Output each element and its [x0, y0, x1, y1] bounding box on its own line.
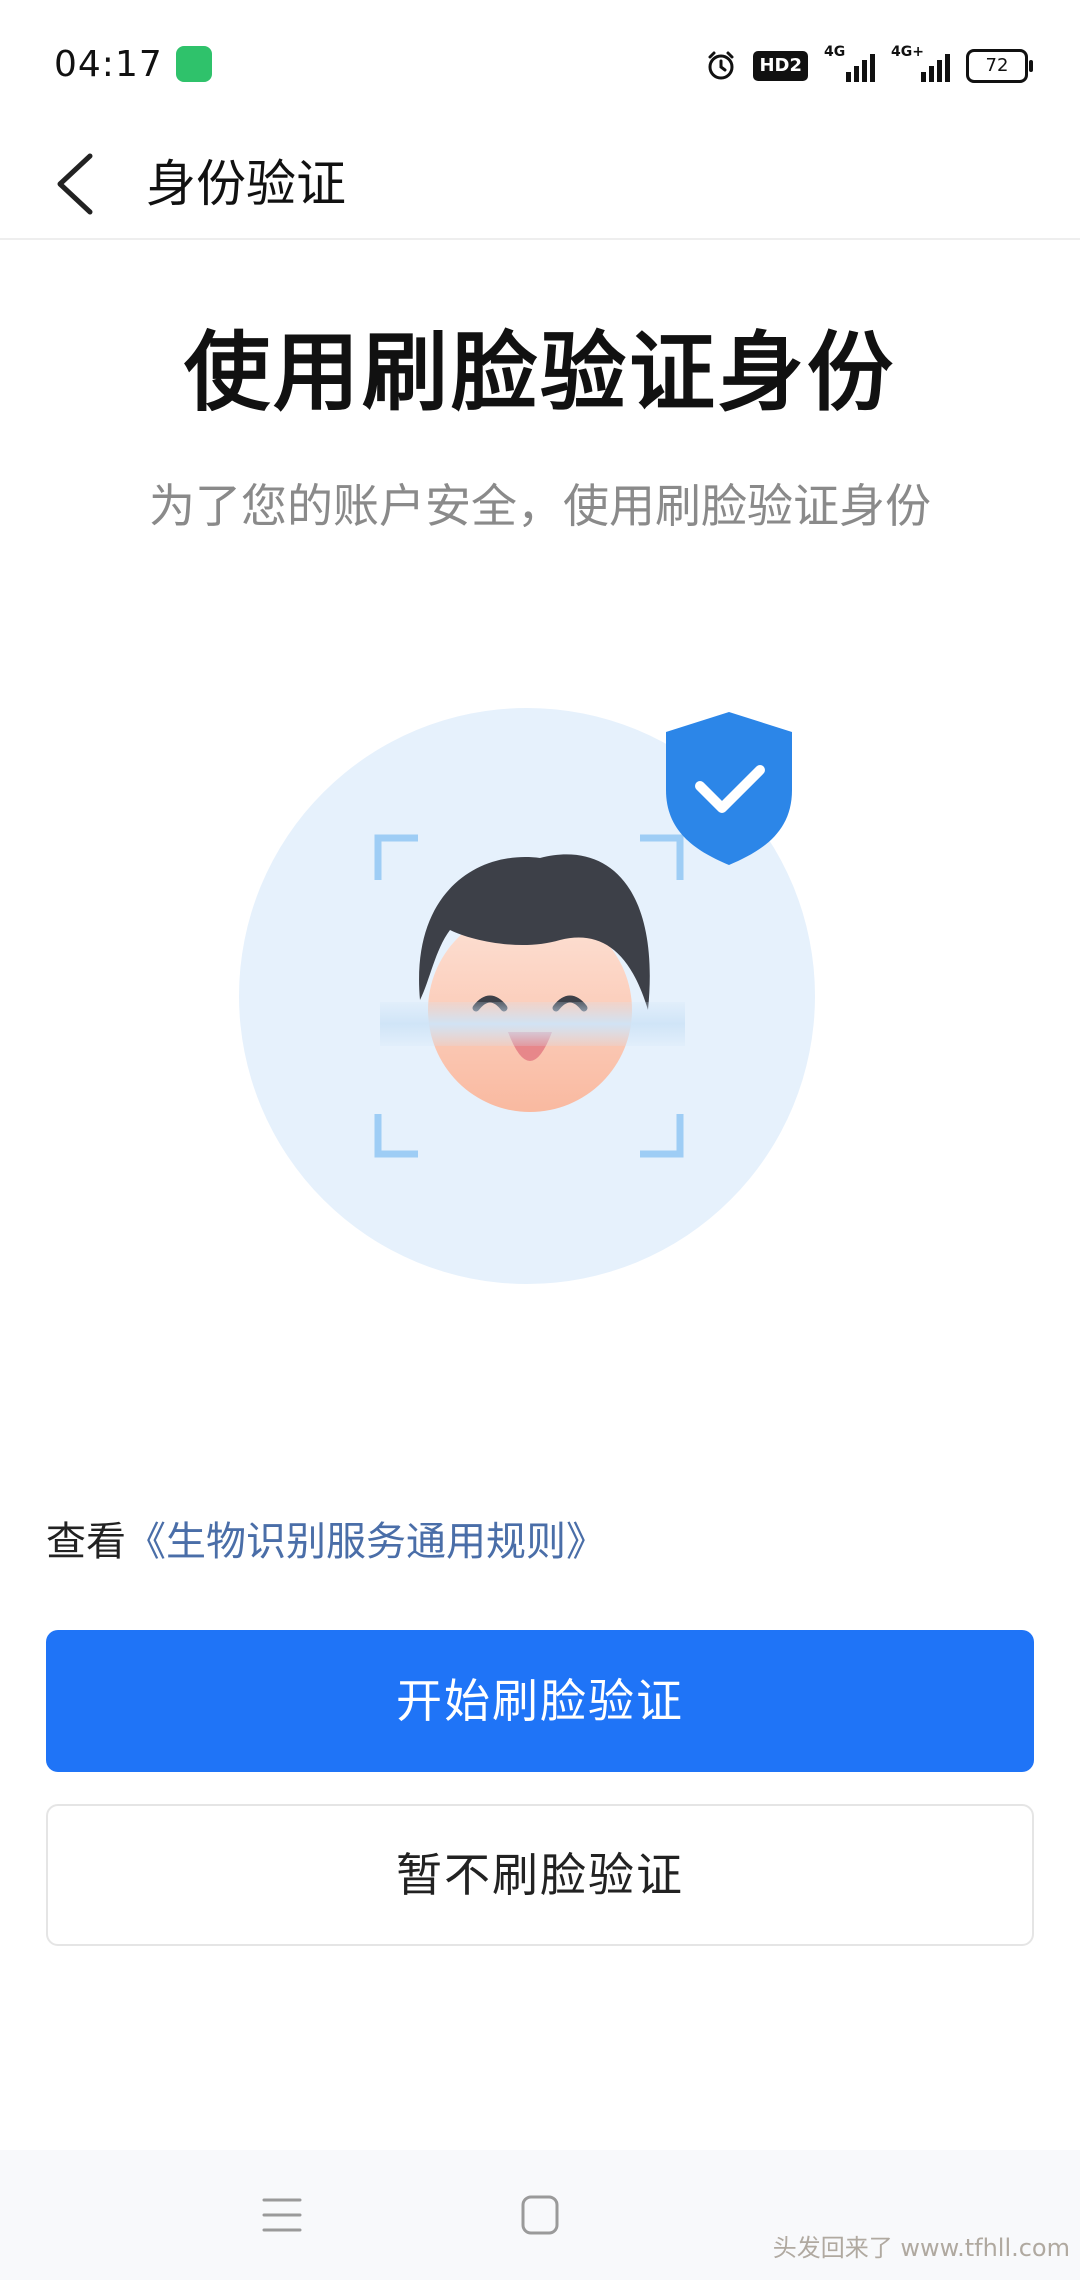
home-button[interactable]: [500, 2180, 580, 2250]
watermark: 头发回来了 www.tfhll.com: [772, 2234, 1070, 2262]
chevron-left-icon: [57, 153, 93, 215]
menu-icon: [262, 2198, 302, 2232]
agreement-line: 查看《生物识别服务通用规则》: [46, 1512, 606, 1572]
hd-voice-badge: HD2: [753, 51, 808, 81]
battery-indicator: 72: [966, 49, 1033, 83]
network-type-1: 4G: [824, 44, 846, 60]
biometric-rules-link[interactable]: 《生物识别服务通用规则》: [126, 1519, 606, 1565]
app-notification-icon: [176, 46, 212, 82]
face-scan-graphic: [239, 708, 815, 1284]
skip-face-verification-button[interactable]: 暂不刷脸验证: [46, 1804, 1034, 1946]
signal-icon-1: 4G: [824, 44, 875, 82]
page-title: 身份验证: [146, 155, 346, 213]
main-heading: 使用刷脸验证身份: [184, 323, 896, 423]
subtitle: 为了您的账户安全，使用刷脸验证身份: [149, 479, 931, 533]
agreement-prefix: 查看: [46, 1519, 126, 1565]
back-button[interactable]: [46, 140, 126, 228]
alarm-icon: [708, 51, 734, 80]
status-indicators: HD2 4G 4G+ 72: [705, 44, 1033, 84]
app-header: 身份验证: [0, 130, 1080, 240]
status-bar: 04:17 HD2 4G 4G+ 72: [0, 0, 1080, 130]
face-verification-screen: 04:17 HD2 4G 4G+ 72 身份验证 使用刷脸验证身份 为了您的账户…: [0, 0, 1080, 2280]
status-time: 04:17: [54, 44, 163, 85]
home-icon: [521, 2195, 559, 2235]
network-type-2: 4G+: [891, 44, 924, 60]
signal-icon-2: 4G+: [891, 44, 950, 82]
start-face-verification-button[interactable]: 开始刷脸验证: [46, 1630, 1034, 1772]
face-scan-illustration: [0, 690, 1080, 1310]
menu-button[interactable]: [242, 2180, 322, 2250]
